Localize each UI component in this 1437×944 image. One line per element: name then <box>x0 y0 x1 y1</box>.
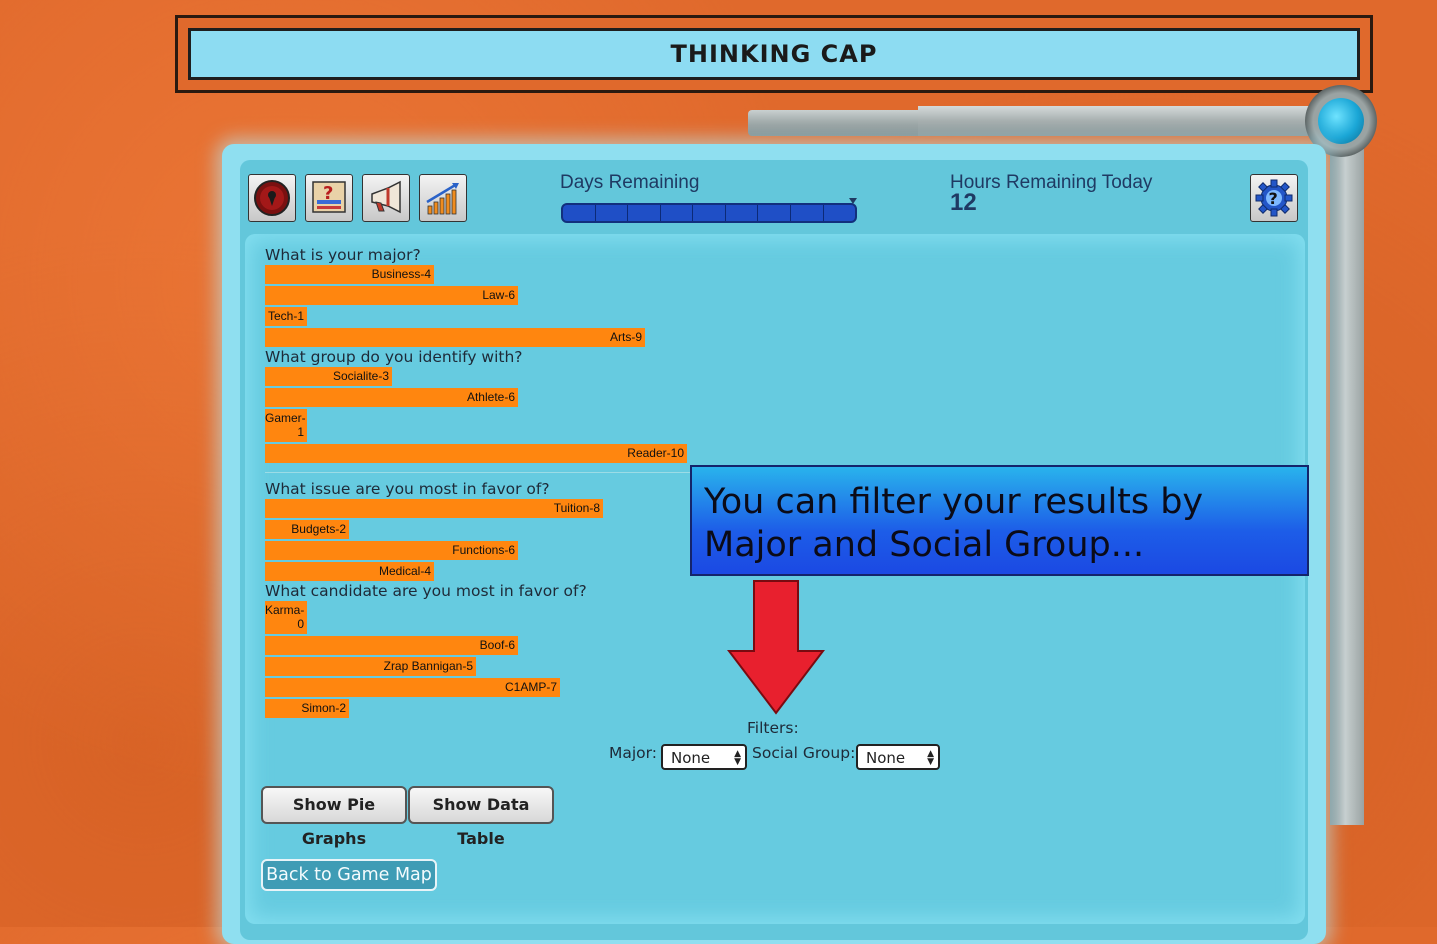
results-button[interactable] <box>419 174 467 222</box>
marker-icon <box>849 198 857 204</box>
days-segment <box>693 205 726 221</box>
chart-bar: Functions-6 <box>265 541 518 560</box>
social-group-select[interactable]: None ▲ ▼ <box>856 744 940 770</box>
title-frame: THINKING CAP <box>175 15 1373 93</box>
show-data-table-button[interactable]: Show Data Table <box>408 786 554 848</box>
decorative-pipe <box>918 106 1318 136</box>
days-remaining-bar <box>561 203 857 223</box>
chart-bar: Arts-9 <box>265 328 645 347</box>
svg-text:?: ? <box>1269 189 1278 208</box>
days-segment <box>661 205 694 221</box>
announce-button[interactable] <box>362 174 410 222</box>
select-caret-icon: ▲ ▼ <box>734 749 741 767</box>
settings-button[interactable]: ? <box>1250 174 1298 222</box>
major-select[interactable]: None ▲ ▼ <box>661 744 747 770</box>
select-caret-icon: ▲ ▼ <box>927 749 934 767</box>
tutorial-callout: You can filter your results by Major and… <box>690 465 1309 576</box>
days-segment <box>563 205 596 221</box>
down-arrow-icon <box>727 580 825 715</box>
question-title: What candidate are you most in favor of? <box>265 582 587 600</box>
days-segment <box>596 205 629 221</box>
chart-bar: Zrap Bannigan-5 <box>265 657 476 676</box>
page-title: THINKING CAP <box>188 28 1360 80</box>
growth-chart-icon <box>426 182 459 215</box>
chart-bar: Karma-0 <box>265 601 307 634</box>
chart-bar: Law-6 <box>265 286 518 305</box>
chart-bar: Socialite-3 <box>265 367 392 386</box>
gear-question-icon: ? <box>1255 179 1293 217</box>
chart-bar: C1AMP-7 <box>265 678 560 697</box>
days-segment <box>758 205 791 221</box>
chart-bar: Reader-10 <box>265 444 687 463</box>
major-select-value: None <box>671 749 711 767</box>
hours-remaining-label: Hours Remaining Today <box>950 172 1153 193</box>
question-title: What issue are you most in favor of? <box>265 480 550 498</box>
chart-bar: Boof-6 <box>265 636 518 655</box>
days-remaining-label: Days Remaining <box>560 172 700 193</box>
chart-bar: Medical-4 <box>265 562 434 581</box>
decorative-pipe <box>1330 140 1364 825</box>
days-segment <box>791 205 824 221</box>
social-group-filter-label: Social Group: <box>752 744 856 762</box>
chart-bar: Business-4 <box>265 265 434 284</box>
chart-bar: Athlete-6 <box>265 388 518 407</box>
map-pin-icon <box>254 180 290 216</box>
social-group-select-value: None <box>866 749 906 767</box>
major-filter-label: Major: <box>609 744 657 762</box>
question-title: What is your major? <box>265 246 421 264</box>
hours-remaining-value: 12 <box>950 189 977 216</box>
svg-text:?: ? <box>323 183 333 204</box>
show-pie-graphs-button[interactable]: Show Pie Graphs <box>261 786 407 848</box>
chart-bar: Gamer-1 <box>265 409 307 442</box>
help-card-icon: ? <box>312 181 346 213</box>
map-button[interactable] <box>248 174 296 222</box>
megaphone-icon <box>371 180 401 214</box>
chart-bar: Tech-1 <box>265 307 307 326</box>
chart-bar: Simon-2 <box>265 699 349 718</box>
filters-label: Filters: <box>747 719 799 737</box>
chart-bar: Budgets-2 <box>265 520 349 539</box>
back-to-game-map-button[interactable]: Back to Game Map <box>261 859 437 891</box>
help-button[interactable]: ? <box>305 174 353 222</box>
days-segment <box>824 205 856 221</box>
section-divider <box>265 472 695 473</box>
question-title: What group do you identify with? <box>265 348 523 366</box>
days-segment <box>628 205 661 221</box>
chart-bar: Tuition-8 <box>265 499 603 518</box>
days-segment <box>726 205 759 221</box>
